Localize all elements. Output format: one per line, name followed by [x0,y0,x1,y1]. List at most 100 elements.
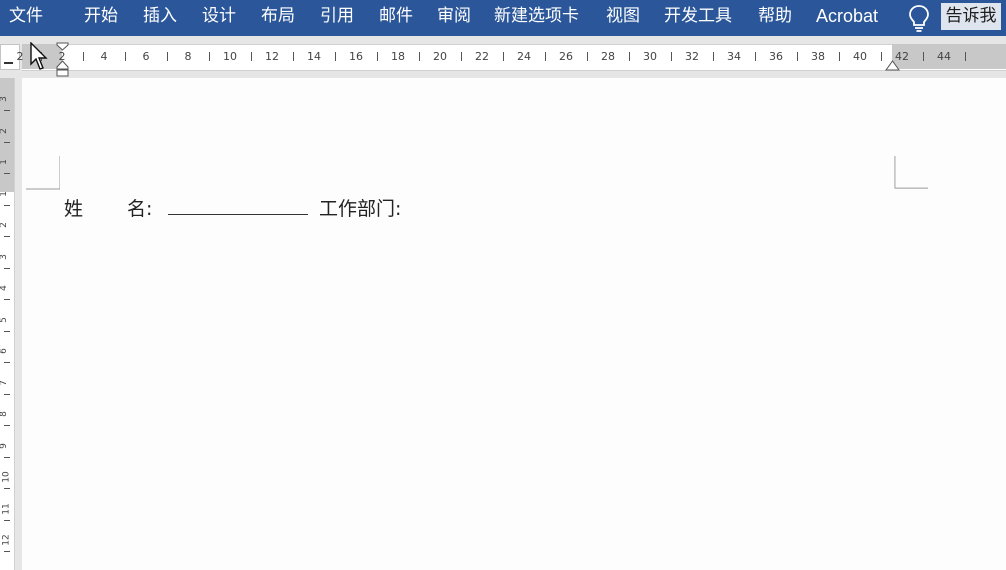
margin-corner-top-left [26,156,60,190]
vertical-ruler-label: 4 [0,285,9,291]
vertical-ruler-tick [4,110,10,111]
ruler-tick-label: 24 [517,50,531,63]
vertical-ruler-label: 11 [1,502,12,515]
tell-me-search[interactable]: 告诉我 [941,3,1001,30]
tab-acrobat[interactable]: Acrobat [816,0,878,36]
ruler-tick-mark [797,52,798,61]
vertical-ruler-tick [4,425,10,426]
ruler-tick-mark [503,52,504,61]
vertical-ruler-tick [4,488,10,489]
ruler-tick-label: 22 [475,50,489,63]
tab-help[interactable]: 帮助 [758,0,792,36]
vertical-ruler-label: 2 [0,128,9,134]
ruler-tick-mark [671,52,672,61]
ruler-tick-mark [755,52,756,61]
right-indent-marker[interactable] [885,60,900,71]
ruler-tick-label: 12 [265,50,279,63]
vertical-ruler-label: 1 [0,191,9,197]
ruler-tick-label: 38 [811,50,825,63]
tab-review[interactable]: 审阅 [437,0,471,36]
mouse-cursor-icon [30,42,48,70]
ruler-tick-label: 26 [559,50,573,63]
ruler-tick-label: 30 [643,50,657,63]
ruler-tick-label: 34 [727,50,741,63]
vertical-ruler-tick [4,551,10,552]
ruler-tick-label: 16 [349,50,363,63]
vertical-ruler-tick [4,519,10,521]
ruler-tick-mark [335,52,336,61]
vertical-ruler-label: 7 [0,380,9,386]
lightbulb-icon[interactable] [906,4,932,32]
vertical-ruler-tick [4,456,10,458]
tab-mailings[interactable]: 邮件 [379,0,413,36]
tab-design[interactable]: 设计 [202,0,236,36]
vertical-ruler-tick [4,204,10,206]
tab-references[interactable]: 引用 [320,0,354,36]
vertical-ruler-tick [4,236,10,237]
tab-developer[interactable]: 开发工具 [664,0,732,36]
vertical-ruler-tick [4,330,10,332]
vertical-ruler-tick [4,141,10,143]
vertical-ruler-label: 2 [0,222,9,228]
tab-file[interactable]: 文件 [9,0,43,36]
ruler-tick-mark [713,52,714,61]
ruler-tick-label: 4 [100,50,108,63]
ruler-tick-label: 10 [223,50,237,63]
tab-insert[interactable]: 插入 [143,0,177,36]
ruler-tick-mark [965,52,966,61]
ruler-tick-mark [83,52,84,61]
tab-view[interactable]: 视图 [606,0,640,36]
ruler-tick-mark [923,52,924,61]
vertical-ruler-label: 3 [0,96,9,102]
ruler-tick-label: 40 [853,50,867,63]
ruler-tick-mark [377,52,378,61]
ruler-tick-label: 20 [433,50,447,63]
name-blank-underline [168,214,308,215]
ruler-tick-mark [839,52,840,61]
ruler-tick-mark [125,52,126,61]
ruler-tick-label: 6 [142,50,150,63]
ruler-tick-label: 18 [391,50,405,63]
ruler-tick-label: 8 [184,50,192,63]
ribbon-tab-bar: 文件 开始 插入 设计 布局 引用 邮件 审阅 新建选项卡 视图 开发工具 帮助… [0,0,1006,36]
ruler-tick-mark [209,52,210,61]
vertical-ruler-label: 6 [0,348,9,354]
ruler-tick-mark [545,52,546,61]
vertical-ruler-label: 12 [1,534,12,546]
ruler-tick-mark [419,52,420,61]
vertical-ruler-tick [4,393,10,395]
tab-new-tab[interactable]: 新建选项卡 [494,0,579,36]
vertical-ruler-tick [4,173,10,174]
ruler-tick-mark [629,52,630,61]
vertical-ruler-label: 9 [0,443,9,449]
ruler-tick-label: 32 [685,50,699,63]
ruler-tick-mark [881,52,882,61]
vertical-ruler-tick [4,299,10,300]
ruler-tick-label: 36 [769,50,783,63]
ruler-tick-mark [461,52,462,61]
tab-home[interactable]: 开始 [84,0,118,36]
vertical-ruler-label: 8 [0,411,9,417]
vertical-ruler-label: 3 [0,254,9,260]
vertical-ruler-tick [4,362,10,363]
margin-corner-top-right [894,156,928,189]
ruler-tick-mark [251,52,252,61]
ruler-tick-label: 44 [937,50,951,63]
vertical-ruler-label: 10 [1,471,12,483]
ruler-tick-label: 2 [16,50,24,63]
ruler-tick-mark [587,52,588,61]
vertical-ruler-label: 5 [0,317,9,323]
department-label: 工作部门: [319,198,402,220]
vertical-ruler-tick [4,267,10,269]
ruler-tick-mark [293,52,294,61]
ruler-tick-mark [167,52,168,61]
vertical-ruler-label: 1 [0,159,9,165]
name-label-part2: 名: [127,198,153,220]
ruler-tick-label: 14 [307,50,321,63]
first-line-indent-marker[interactable] [56,42,69,51]
name-label-part1: 姓 [64,198,84,220]
ruler-tick-label: 28 [601,50,615,63]
tab-layout[interactable]: 布局 [261,0,295,36]
document-page[interactable] [22,78,1006,570]
hanging-indent-marker[interactable] [56,60,69,77]
